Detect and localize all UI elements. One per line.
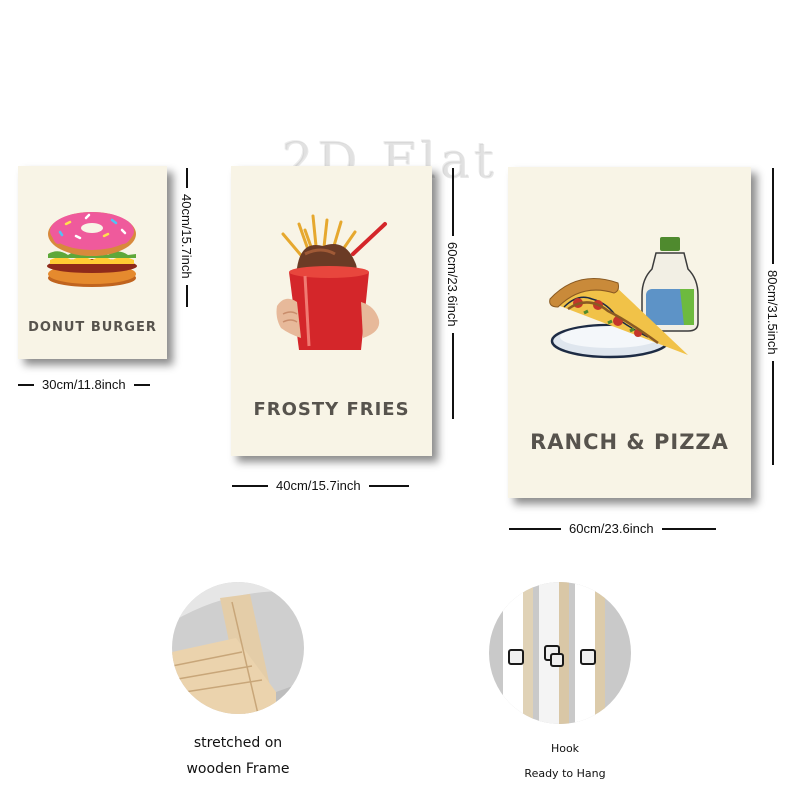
hook-caption: Hook Ready to Hang [500,736,630,786]
hook-graphic [489,582,631,724]
caption-line: wooden Frame [186,761,290,777]
poster-ranch-pizza: RANCH & PIZZA [508,167,751,498]
dimension-label: 80cm/31.5inch [765,270,780,355]
wooden-frame-graphic [172,582,304,714]
dimension-label: 60cm/23.6inch [445,242,460,327]
dimension-label: 40cm/15.7inch [179,194,194,279]
wooden-frame-photo [172,582,304,714]
dimension-label: 30cm/11.8inch [42,377,126,392]
height-dimension-frosty-fries: 60cm/23.6inch [445,168,460,419]
caption-line: stretched on [193,735,283,751]
poster-title: FROSTY FRIES [253,399,410,420]
dimension-label: 60cm/23.6inch [569,521,654,536]
poster-frosty-fries: FROSTY FRIES [231,166,432,456]
poster-donut-burger: DONUT BURGER [18,166,167,359]
height-dimension-donut-burger: 40cm/15.7inch [179,168,194,307]
caption-line: Hook [550,742,580,755]
height-dimension-ranch-pizza: 80cm/31.5inch [765,168,780,465]
caption-line: Ready to Hang [524,767,606,780]
ranch-pizza-illustration [549,237,699,359]
hook-photo [489,582,631,724]
frosty-fries-illustration [276,214,387,350]
donut-burger-illustration [47,212,137,287]
poster-title: DONUT BURGER [28,320,157,335]
dimension-label: 40cm/15.7inch [276,478,361,493]
width-dimension-donut-burger: 30cm/11.8inch [18,377,150,392]
frame-caption: stretched on wooden Frame [168,730,308,782]
width-dimension-ranch-pizza: 60cm/23.6inch [509,521,716,536]
poster-title: RANCH & PIZZA [530,430,729,454]
width-dimension-frosty-fries: 40cm/15.7inch [232,478,409,493]
